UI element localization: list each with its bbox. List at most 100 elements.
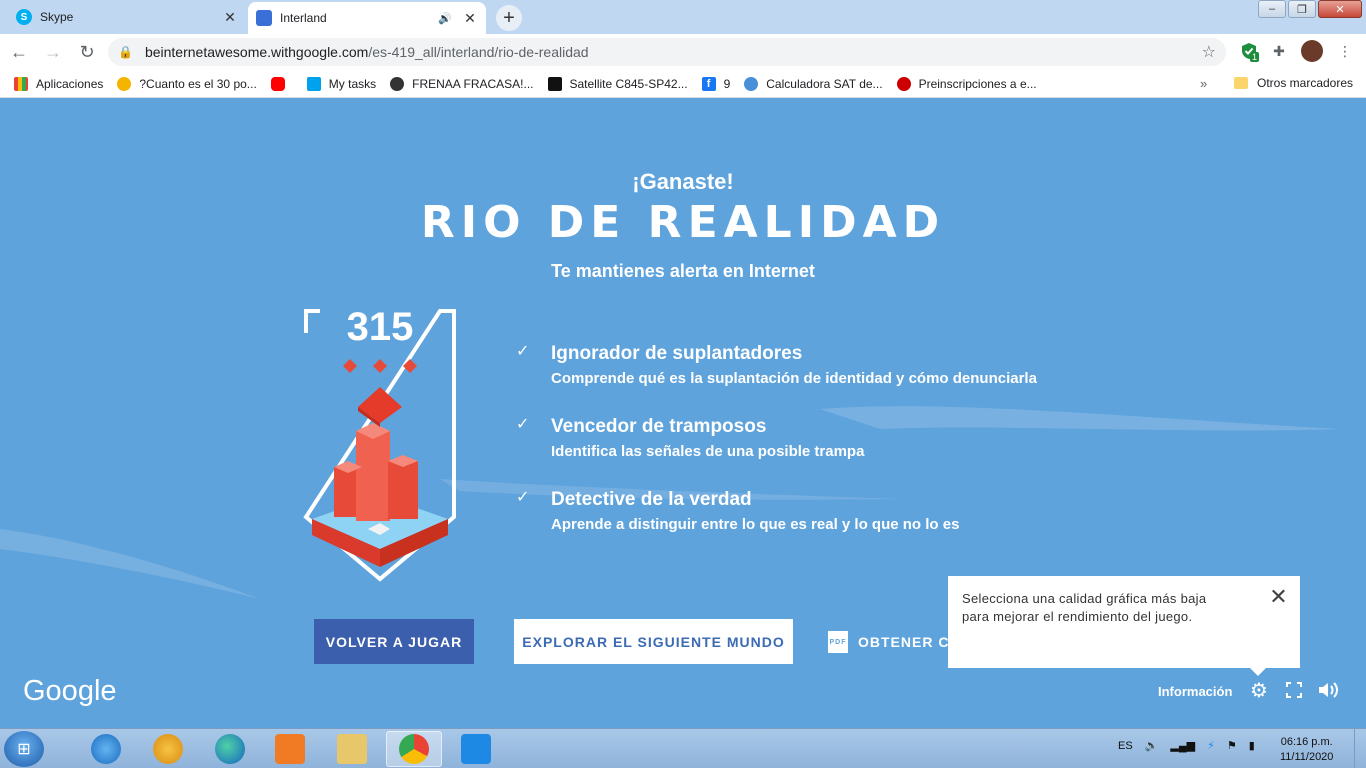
youtube-icon — [270, 76, 285, 91]
vpn-icon — [153, 734, 183, 764]
bookmark-item[interactable]: f 9 — [701, 76, 731, 91]
taskbar-vpn[interactable] — [140, 731, 196, 767]
new-tab-button[interactable]: + — [496, 5, 522, 31]
address-bar[interactable]: 🔒 beinternetawesome.withgoogle.com/es-41… — [108, 38, 1226, 66]
bookmark-label: Satellite C845-SP42... — [569, 76, 688, 91]
battery-icon[interactable]: ▮ — [1249, 739, 1255, 752]
clock[interactable]: 06:16 p.m. 11/11/2020 — [1280, 735, 1333, 765]
tasks-icon — [306, 76, 321, 91]
bookmark-item[interactable]: My tasks — [306, 76, 376, 91]
pdf-icon: PDF — [828, 631, 848, 653]
window-close-button[interactable]: ✕ — [1318, 0, 1362, 18]
game-canvas[interactable]: ¡Ganaste! RIO DE REALIDAD Te mantienes a… — [0, 99, 1366, 728]
info-link[interactable]: Información — [1158, 684, 1232, 699]
tooltip-close-icon[interactable]: ✕ — [1269, 586, 1288, 608]
tooltip-text: Selecciona una calidad gráfica más baja … — [962, 591, 1207, 624]
taskbar-ie[interactable] — [78, 731, 134, 767]
speaker-icon[interactable]: 🔈 — [1145, 739, 1159, 752]
taskbar-chrome[interactable] — [386, 731, 442, 767]
folder-icon — [337, 734, 367, 764]
tab-audio-icon[interactable]: 🔊 — [438, 12, 452, 25]
extension-badge: 1 — [1250, 52, 1260, 62]
language-indicator[interactable]: ES — [1118, 740, 1133, 752]
taskbar-media[interactable] — [262, 731, 318, 767]
volume-icon[interactable] — [1318, 679, 1340, 701]
tab-title: Interland — [280, 11, 327, 25]
globe-icon — [390, 76, 405, 91]
bookmark-label: FRENAA FRACASA!... — [412, 76, 534, 91]
calculator-icon — [744, 76, 759, 91]
bookmark-item[interactable]: Calculadora SAT de... — [744, 76, 883, 91]
certificate-label: OBTENER CE — [858, 634, 960, 650]
check-icon: ✓ — [516, 416, 530, 433]
red-circle-icon — [896, 76, 911, 91]
url-host: beinternetawesome.withgoogle.com — [144, 44, 369, 60]
apps-grid-icon — [14, 76, 28, 91]
edge-icon — [215, 734, 245, 764]
bookmark-apps[interactable]: Aplicaciones — [14, 76, 103, 91]
bookmark-youtube[interactable] — [270, 76, 293, 91]
achievement-item: ✓ Detective de la verdad Aprende a disti… — [516, 487, 1116, 560]
url-path: /es-419_all/interland/rio-de-realidad — [368, 44, 589, 60]
window-controls: – ❐ ✕ — [1258, 0, 1362, 18]
bookmark-item[interactable]: FRENAA FRACASA!... — [390, 76, 534, 91]
achievements-list: ✓ Ignorador de suplantadores Comprende q… — [516, 341, 1116, 560]
tab-close-icon[interactable]: ✕ — [222, 9, 238, 25]
browser-toolbar: ← → ↻ 🔒 beinternetawesome.withgoogle.com… — [0, 34, 1366, 70]
tab-close-icon[interactable]: ✕ — [462, 10, 478, 26]
explore-next-world-button[interactable]: EXPLORAR EL SIGUIENTE MUNDO — [514, 619, 793, 664]
clock-time: 06:16 p.m. — [1280, 736, 1333, 748]
profile-avatar[interactable] — [1301, 40, 1323, 62]
vscode-icon — [461, 734, 491, 764]
folder-icon — [1234, 77, 1248, 89]
gear-icon[interactable]: ⚙ — [1248, 679, 1270, 702]
maximize-button[interactable]: ❐ — [1288, 0, 1316, 18]
shield-extension-icon[interactable]: 1 — [1238, 40, 1260, 62]
back-icon[interactable]: ← — [4, 37, 34, 67]
interland-icon — [256, 10, 272, 26]
achievement-item: ✓ Ignorador de suplantadores Comprende q… — [516, 341, 1116, 414]
bolt-icon[interactable]: ⚡ — [1207, 739, 1215, 752]
other-bookmarks-folder[interactable]: Otros marcadores — [1234, 76, 1353, 90]
taskbar-edge[interactable] — [202, 731, 258, 767]
system-tray: ES 🔈 ▂▄▆ ⚡ ⚑ ▮ — [1118, 739, 1255, 753]
tab-skype[interactable]: S Skype ✕ — [8, 3, 246, 31]
check-icon: ✓ — [516, 343, 530, 360]
win-heading: ¡Ganaste! — [632, 169, 734, 194]
bookmark-label: Calculadora SAT de... — [766, 76, 883, 91]
achievement-title: Detective de la verdad — [551, 489, 752, 510]
taskbar-explorer[interactable] — [324, 731, 380, 767]
get-certificate-button[interactable]: PDF OBTENER CE — [828, 629, 960, 655]
check-icon: ✓ — [516, 489, 530, 506]
media-player-icon — [275, 734, 305, 764]
fullscreen-icon[interactable] — [1283, 679, 1305, 701]
menu-kebab-icon[interactable]: ⋮ — [1334, 40, 1356, 62]
satellite-icon — [547, 76, 562, 91]
signal-icon[interactable]: ▂▄▆ — [1170, 739, 1195, 752]
taskbar-vscode[interactable] — [448, 731, 504, 767]
reload-icon[interactable]: ↻ — [72, 37, 102, 67]
show-desktop-button[interactable] — [1354, 729, 1366, 768]
forward-icon[interactable]: → — [38, 37, 68, 67]
flag-icon[interactable]: ⚑ — [1227, 739, 1237, 752]
tooltip-arrow — [1250, 668, 1266, 676]
other-bookmarks-label: Otros marcadores — [1257, 76, 1354, 90]
bookmark-label: ?Cuanto es el 30 po... — [139, 76, 257, 91]
bookmark-label: 9 — [723, 76, 731, 91]
clock-date: 11/11/2020 — [1280, 751, 1334, 763]
start-button[interactable]: ⊞ — [4, 731, 44, 767]
google-logo[interactable]: Google — [23, 675, 117, 708]
tab-interland[interactable]: Interland 🔊 ✕ — [248, 2, 486, 34]
bookmarks-overflow-button[interactable]: » — [1200, 76, 1207, 91]
world-subtitle: Te mantienes alerta en Internet — [551, 261, 815, 281]
lock-icon[interactable]: 🔒 — [118, 45, 133, 59]
tab-title: Skype — [40, 10, 74, 24]
achievement-title: Ignorador de suplantadores — [551, 343, 803, 364]
play-again-button[interactable]: VOLVER A JUGAR — [314, 619, 474, 664]
minimize-button[interactable]: – — [1258, 0, 1286, 18]
bookmark-item[interactable]: ?Cuanto es el 30 po... — [117, 76, 257, 91]
bookmark-item[interactable]: Preinscripciones a e... — [896, 76, 1037, 91]
bookmark-star-icon[interactable]: ☆ — [1202, 42, 1216, 62]
bookmark-item[interactable]: Satellite C845-SP42... — [547, 76, 688, 91]
extensions-puzzle-icon[interactable]: ✚ — [1268, 40, 1290, 62]
